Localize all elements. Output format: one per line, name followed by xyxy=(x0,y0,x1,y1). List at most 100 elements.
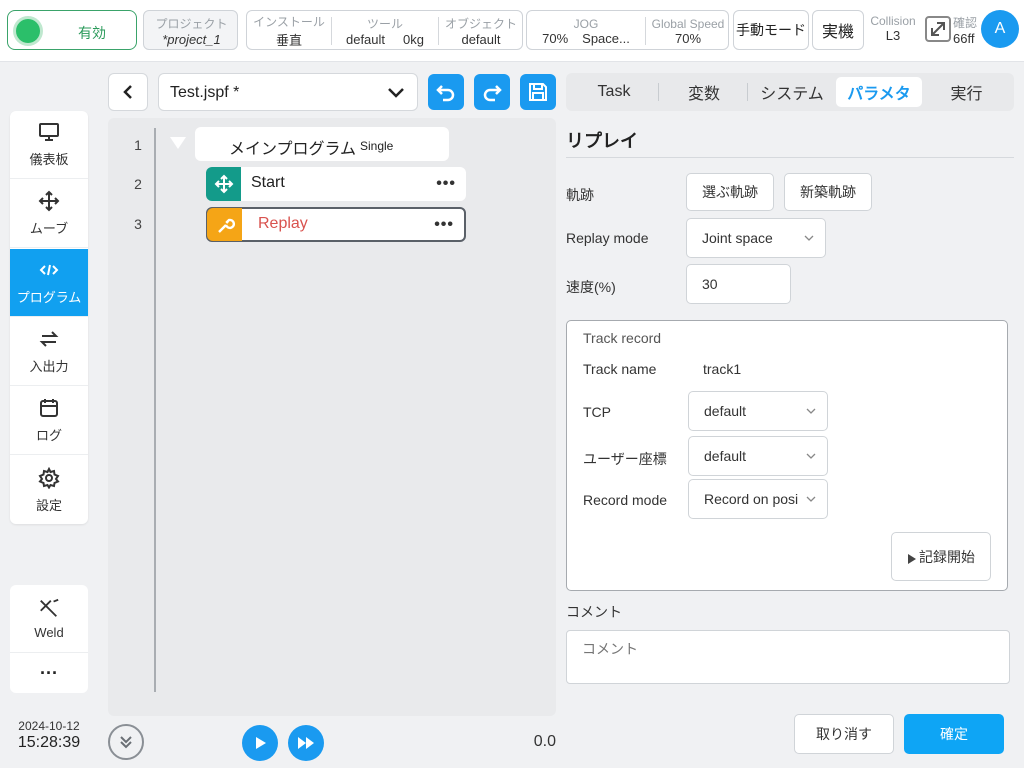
start-node[interactable]: Start ••• xyxy=(206,167,466,201)
confirm-value: 66ff xyxy=(953,31,975,46)
ok-button[interactable]: 確定 xyxy=(904,714,1004,754)
swap-icon xyxy=(39,331,59,347)
sidebar-item-move[interactable]: ムーブ xyxy=(10,180,88,248)
enable-status-indicator xyxy=(16,19,40,43)
move-arrows-icon xyxy=(38,190,60,212)
install-label: インストール xyxy=(253,15,325,29)
sidebar-item-dashboard[interactable]: 儀表板 xyxy=(10,111,88,179)
real-machine-button[interactable]: 実機 xyxy=(812,10,864,50)
file-selector[interactable]: Test.jspf * xyxy=(158,73,418,111)
divider xyxy=(658,83,659,101)
more-menu-button[interactable]: ··· xyxy=(10,654,88,692)
sidebar-item-label: 設定 xyxy=(35,497,62,513)
record-start-button[interactable]: 記録開始 xyxy=(891,532,991,581)
tab-parameters[interactable]: パラメタ xyxy=(836,77,922,107)
enable-toggle-button[interactable]: 有効 xyxy=(7,10,137,50)
scroll-down-button[interactable] xyxy=(108,724,144,760)
divider xyxy=(747,83,748,101)
collapse-triangle-icon[interactable] xyxy=(168,135,188,151)
main-program-mode: Single xyxy=(360,139,394,153)
sidebar-item-program[interactable]: プログラム xyxy=(10,249,88,317)
replay-node-label: Replay xyxy=(258,215,308,232)
speed-label: 速度(%) xyxy=(566,279,616,295)
project-name: *project_1 xyxy=(162,32,221,47)
weld-panel: Weld ··· xyxy=(10,585,88,693)
redo-icon xyxy=(483,85,502,102)
chevron-down-icon xyxy=(388,88,404,98)
wrench-icon xyxy=(207,208,242,241)
undo-icon xyxy=(436,85,455,102)
play-button[interactable] xyxy=(242,725,278,761)
jog-speed-panel[interactable]: JOG 70% Space... Global Speed 70% xyxy=(526,10,729,50)
tab-execute[interactable]: 実行 xyxy=(923,77,1010,107)
sidebar-item-label: ログ xyxy=(35,428,62,443)
global-speed-value: 70% xyxy=(674,30,702,46)
trajectory-label: 軌跡 xyxy=(566,187,594,203)
main-program-node[interactable]: メインプログラム Single xyxy=(195,127,449,161)
track-name-label: Track name xyxy=(583,361,657,377)
save-button[interactable] xyxy=(520,74,556,110)
record-mode-select[interactable]: Record on posi xyxy=(688,479,828,519)
sidebar-item-weld[interactable]: Weld xyxy=(10,585,88,653)
more-options-icon[interactable]: ••• xyxy=(434,216,454,234)
panel-tabs: Task 変数 システム パラメタ 実行 xyxy=(566,73,1014,111)
code-icon xyxy=(39,264,59,276)
chevron-down-icon xyxy=(806,408,816,414)
gear-icon xyxy=(38,466,60,489)
back-button[interactable] xyxy=(108,73,148,111)
jog-space: Space... xyxy=(582,30,630,46)
more-options-icon[interactable]: ••• xyxy=(436,175,456,193)
collision-value: L3 xyxy=(885,28,901,43)
replay-mode-value: Joint space xyxy=(702,230,773,246)
choose-trajectory-button[interactable]: 選ぶ軌跡 xyxy=(686,173,774,211)
expand-icon[interactable] xyxy=(924,15,952,43)
progress-value: 0.0 xyxy=(533,733,556,750)
chevron-double-down-icon xyxy=(120,736,132,749)
collision-indicator[interactable]: Collision L3 xyxy=(867,14,919,43)
chevron-left-icon xyxy=(123,85,132,99)
project-selector[interactable]: プロジェクト *project_1 xyxy=(143,10,238,50)
jog-value: 70% xyxy=(542,30,569,46)
user-coord-select[interactable]: default xyxy=(688,436,828,476)
program-tree-editor: 1 2 3 メインプログラム Single Start ••• Replay •… xyxy=(108,118,556,716)
replay-node[interactable]: Replay ••• xyxy=(206,207,466,242)
user-avatar[interactable]: A xyxy=(981,10,1019,48)
line-gutter-divider xyxy=(154,128,156,692)
speed-value: 30 xyxy=(702,276,718,292)
speed-input[interactable]: 30 xyxy=(686,264,791,304)
start-node-label: Start xyxy=(251,174,285,191)
tcp-select[interactable]: default xyxy=(688,391,828,431)
cancel-button[interactable]: 取り消す xyxy=(794,714,894,754)
tab-task[interactable]: Task xyxy=(570,77,658,107)
replay-mode-label: Replay mode xyxy=(566,230,649,246)
save-icon xyxy=(529,83,547,101)
install-tool-object-panel[interactable]: インストール 垂直 ツール default 0kg オブジェクト default xyxy=(246,10,523,50)
replay-mode-select[interactable]: Joint space xyxy=(686,218,826,258)
play-icon xyxy=(908,553,916,564)
sidebar-item-settings[interactable]: 設定 xyxy=(10,456,88,524)
enable-label: 有効 xyxy=(78,25,106,41)
tab-system[interactable]: システム xyxy=(749,77,835,107)
tcp-value: default xyxy=(704,403,747,419)
line-number: 2 xyxy=(134,176,142,192)
fast-forward-button[interactable] xyxy=(288,725,324,761)
tab-variables[interactable]: 変数 xyxy=(660,77,748,107)
collision-label: Collision xyxy=(870,14,916,28)
confirm-label: 確認 xyxy=(953,16,978,30)
file-name: Test.jspf * xyxy=(170,84,240,101)
move-arrows-icon xyxy=(206,167,241,201)
track-record-title: Track record xyxy=(583,330,662,346)
sidebar-item-io[interactable]: 入出力 xyxy=(10,318,88,386)
panel-title: リプレイ xyxy=(566,131,638,151)
manual-mode-button[interactable]: 手動モード xyxy=(733,10,809,50)
track-record-group: Track record Track name track1 TCP defau… xyxy=(566,320,1008,591)
sidebar-item-label: プログラム xyxy=(16,290,82,305)
comment-input[interactable] xyxy=(566,630,1010,684)
date-display: 2024-10-12 xyxy=(18,719,80,733)
sidebar-item-log[interactable]: ログ xyxy=(10,387,88,455)
undo-button[interactable] xyxy=(428,74,464,110)
redo-button[interactable] xyxy=(474,74,510,110)
record-mode-value: Record on posi xyxy=(704,491,799,507)
tool-label: ツール xyxy=(366,17,403,31)
new-trajectory-button[interactable]: 新築軌跡 xyxy=(784,173,872,211)
